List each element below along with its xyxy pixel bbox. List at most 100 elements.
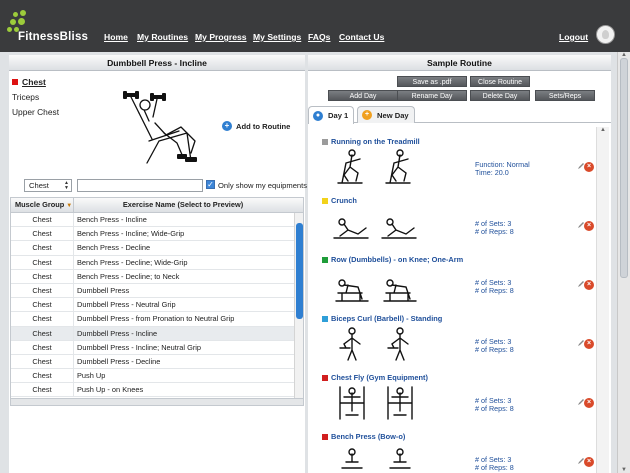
table-row[interactable]: Chest Dumbbell Press - Neutral Grip [11, 298, 303, 313]
routine-entry-title[interactable]: Row (Dumbbells) - on Knee; One-Arm [322, 255, 463, 264]
nav-my-routines[interactable]: My Routines [137, 32, 188, 42]
scroll-down-arrow-icon[interactable]: ▼ [619, 467, 629, 473]
exercise-end-position-icon [383, 279, 417, 302]
close-routine-button[interactable]: Close Routine [470, 76, 530, 87]
add-to-routine-label: Add to Routine [236, 121, 291, 131]
exercise-end-position-icon [381, 218, 417, 239]
exercise-search-input[interactable] [77, 179, 203, 192]
table-row[interactable]: Chest Bench Press - Decline; Wide-Grip [11, 255, 303, 270]
routine-title: Sample Routine [308, 55, 611, 71]
muscle-color-marker-icon [322, 315, 328, 322]
routine-entry-stats: # of Sets: 3 # of Reps: 8 [475, 279, 514, 295]
muscle-color-marker-icon [322, 374, 328, 381]
cell-muscle-group: Chest [11, 269, 74, 283]
table-row[interactable]: Chest Bench Press - Incline [11, 213, 303, 228]
delete-icon[interactable]: × [584, 221, 594, 231]
muscle-color-marker-icon [322, 197, 328, 204]
delete-icon[interactable]: × [584, 339, 594, 349]
table-row[interactable]: Chest Push Up [11, 369, 303, 384]
column-header-muscle-group[interactable]: Muscle Group ▼ [11, 198, 74, 212]
cell-muscle-group: Chest [11, 255, 74, 269]
delete-icon[interactable]: × [584, 457, 594, 467]
logo-dot [18, 18, 25, 25]
table-row[interactable]: Chest Dumbbell Press [11, 283, 303, 299]
routine-entry-title[interactable]: Crunch [322, 196, 357, 205]
table-row[interactable]: Chest Bench Press - Incline; Wide-Grip [11, 227, 303, 242]
exercise-table-body: Chest Bench Press - Incline Chest Bench Pre… [11, 213, 303, 398]
logout-link[interactable]: Logout [559, 32, 588, 42]
cell-exercise-name: Bench Press - Incline; Wide-Grip [77, 229, 185, 239]
routine-entry-name: Running on the Treadmill [331, 137, 420, 146]
exercise-start-position-icon [333, 218, 369, 239]
routine-scrollbar[interactable]: ▲ [596, 127, 609, 473]
exercise-end-position-icon [385, 149, 411, 184]
logo-text: FitnessBliss [18, 31, 89, 43]
muscle-group-select-value: Chest [29, 181, 49, 190]
table-row[interactable]: Chest Dumbbell Press - Incline; Neutral G… [11, 340, 303, 355]
save-as-pdf-button[interactable]: Save as .pdf [397, 76, 467, 87]
routine-entry-stats: Function: Normal Time: 20.0 [475, 161, 530, 177]
routine-entry-name: Biceps Curl (Barbell) - Standing [331, 314, 443, 323]
cell-exercise-name: Dumbbell Press - Neutral Grip [77, 300, 176, 310]
sets-reps-button[interactable]: Sets/Reps [535, 90, 595, 101]
routine-entry-title[interactable]: Running on the Treadmill [322, 137, 420, 146]
routine-entry: Row (Dumbbells) - on Knee; One-Arm # of S… [322, 255, 596, 315]
add-to-routine-button[interactable]: + Add to Routine [222, 121, 290, 131]
target-muscles: Chest Triceps Upper Chest [12, 77, 59, 117]
delete-day-button[interactable]: Delete Day [470, 90, 530, 101]
cell-muscle-group: Chest [11, 312, 74, 326]
nav-my-progress[interactable]: My Progress [195, 32, 247, 42]
routine-entry-stats: # of Sets: 3 # of Reps: 8 [475, 456, 514, 472]
target-primary-label: Chest [22, 77, 46, 87]
table-row[interactable]: Chest Bench Press - Decline; to Neck [11, 269, 303, 284]
cell-exercise-name: Dumbbell Press - Decline [77, 356, 161, 366]
routine-entry-title[interactable]: Bench Press (Bow-o) [322, 432, 405, 441]
exercise-table-scrollbar[interactable] [294, 213, 303, 398]
sort-desc-icon: ▼ [66, 203, 73, 209]
cell-muscle-group: Chest [11, 326, 74, 340]
routine-entry: Running on the Treadmill Function: Normal… [322, 137, 596, 197]
tab-day-1[interactable]: ● Day 1 [308, 106, 354, 124]
target-secondary: Triceps [12, 92, 40, 102]
routine-entry-title[interactable]: Biceps Curl (Barbell) - Standing [322, 314, 442, 323]
muscle-group-select[interactable]: Chest ▲ ▼ [24, 179, 72, 192]
only-equipment-checkbox[interactable]: ✓ [206, 180, 215, 189]
filter-row: Chest ▲ ▼ ✓ Only show my equipments [24, 179, 307, 193]
routine-entry-stats: # of Sets: 3 # of Reps: 8 [475, 338, 514, 354]
app-header: FitnessBliss Home My Routines My Progres… [0, 0, 630, 52]
avatar[interactable] [596, 25, 615, 44]
exercise-table-scrollbar-thumb[interactable] [296, 223, 303, 319]
nav-contact-us[interactable]: Contact Us [339, 32, 384, 42]
delete-icon[interactable]: × [584, 162, 594, 172]
nav-home[interactable]: Home [104, 32, 128, 42]
delete-icon[interactable]: × [584, 280, 594, 290]
tab-new-day[interactable]: + New Day [357, 106, 415, 123]
logo[interactable]: FitnessBliss [7, 10, 102, 46]
routine-entry-stat-2: # of Reps: 8 [475, 463, 514, 472]
column-header-exercise-name[interactable]: Exercise Name (Select to Preview) [74, 198, 292, 212]
exercise-start-position-icon [339, 386, 365, 420]
table-row[interactable]: Chest Dumbbell Press - Decline [11, 354, 303, 370]
nav-my-settings[interactable]: My Settings [253, 32, 301, 42]
window-scrollbar[interactable]: ▲ ▼ [617, 52, 630, 473]
table-row[interactable]: Chest Bench Press - Decline [11, 241, 303, 256]
add-day-button[interactable]: Add Day [328, 90, 398, 101]
routine-entry: Bench Press (Bow-o) # of Sets: 3 # of Reps… [322, 432, 596, 473]
target-primary[interactable]: Chest [12, 77, 59, 87]
cell-exercise-name: Dumbbell Press - Incline [77, 328, 158, 338]
routine-entry-stat-2: # of Reps: 8 [475, 345, 514, 354]
routine-entry-name: Chest Fly (Gym Equipment) [331, 373, 428, 382]
table-row[interactable]: Chest Dumbbell Press - from Pronation to … [11, 312, 303, 327]
window-scrollbar-thumb[interactable] [620, 58, 628, 278]
logo-dot [7, 27, 12, 32]
delete-icon[interactable]: × [584, 398, 594, 408]
cell-exercise-name: Push Up [77, 371, 106, 381]
routine-entry-title[interactable]: Chest Fly (Gym Equipment) [322, 373, 428, 382]
scroll-up-arrow-icon[interactable]: ▲ [600, 127, 606, 133]
nav-faqs[interactable]: FAQs [308, 32, 330, 42]
routine-panel: Sample Routine Save as .pdf Close Routin… [308, 55, 611, 473]
rename-day-button[interactable]: Rename Day [397, 90, 467, 101]
exercise-preview-title: Dumbbell Press - Incline [9, 55, 305, 71]
table-row[interactable]: Chest Dumbbell Press - Incline [11, 326, 303, 341]
table-row[interactable]: Chest Push Up - on Knees [11, 383, 303, 398]
